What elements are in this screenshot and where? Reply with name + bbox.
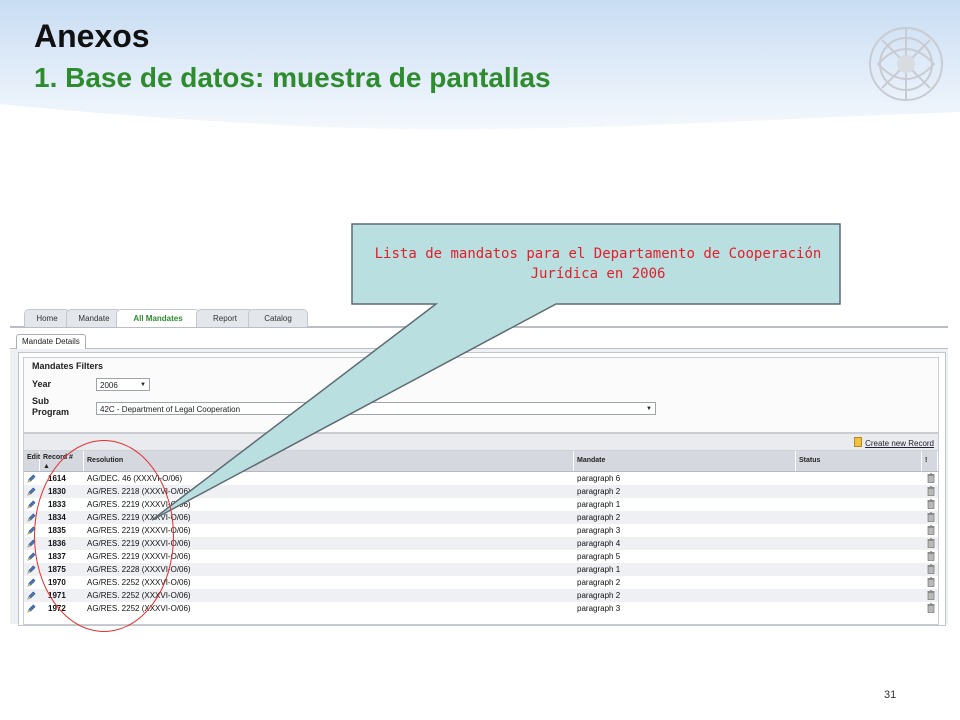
tab-catalog[interactable]: Catalog — [248, 309, 308, 327]
year-label: Year — [32, 379, 52, 389]
delete-trash-icon[interactable] — [927, 551, 935, 561]
delete-trash-icon[interactable] — [927, 564, 935, 574]
mandate-cell: paragraph 3 — [577, 526, 621, 535]
edit-pencil-icon[interactable] — [27, 604, 36, 613]
table-row[interactable]: 1972 AG/RES. 2252 (XXXVI-O/06) paragraph 3 — [24, 602, 938, 615]
column-header-edit[interactable]: Edit — [24, 451, 40, 471]
edit-pencil-icon[interactable] — [27, 474, 36, 483]
new-document-icon — [854, 437, 863, 447]
edit-pencil-icon[interactable] — [27, 500, 36, 509]
mandate-cell: paragraph 2 — [577, 591, 621, 600]
page-number: 31 — [884, 689, 897, 701]
mandate-cell: paragraph 1 — [577, 500, 621, 509]
main-nav: Home Mandate All Mandates Report Catalog — [10, 306, 948, 328]
create-new-record-label: Create new Record — [865, 439, 934, 448]
highlight-ellipse — [34, 440, 174, 632]
mandate-cell: paragraph 2 — [577, 487, 621, 496]
mandates-filters: Mandates Filters Year 2006 ▼ Sub Program… — [23, 357, 939, 433]
tab-mandate-details[interactable]: Mandate Details — [16, 334, 86, 349]
year-select[interactable]: 2006 ▼ — [96, 378, 150, 391]
mandate-cell: paragraph 2 — [577, 578, 621, 587]
delete-trash-icon[interactable] — [927, 486, 935, 496]
delete-trash-icon[interactable] — [927, 590, 935, 600]
subprogram-label: Sub Program — [32, 396, 70, 417]
grid-toolbar: Create new Record — [24, 434, 938, 451]
column-header-status[interactable]: Status — [796, 451, 922, 471]
column-header-mandate[interactable]: Mandate — [574, 451, 796, 471]
mandate-cell: paragraph 2 — [577, 513, 621, 522]
mandate-cell: paragraph 5 — [577, 552, 621, 561]
emblem-logo-icon — [869, 27, 943, 101]
mandate-cell: paragraph 6 — [577, 474, 621, 483]
delete-trash-icon[interactable] — [927, 577, 935, 587]
subprogram-value: 42C - Department of Legal Cooperation — [100, 405, 241, 414]
subprogram-select[interactable]: 42C - Department of Legal Cooperation ▼ — [96, 402, 656, 415]
column-header-resolution[interactable]: Resolution — [84, 451, 574, 471]
tab-mandate[interactable]: Mandate — [66, 309, 122, 327]
tab-all-mandates[interactable]: All Mandates — [116, 309, 200, 327]
delete-trash-icon[interactable] — [927, 499, 935, 509]
delete-trash-icon[interactable] — [927, 512, 935, 522]
slide-subtitle: 1. Base de datos: muestra de pantallas — [34, 62, 551, 93]
callout-text: Lista de mandatos para el Departamento d… — [374, 246, 822, 282]
grid-header: Edit Record # ▲ Resolution Mandate Status… — [24, 451, 938, 472]
column-header-delete: ! — [922, 451, 938, 471]
delete-trash-icon[interactable] — [927, 538, 935, 548]
edit-pencil-icon[interactable] — [27, 591, 36, 600]
edit-pencil-icon[interactable] — [27, 578, 36, 587]
edit-pencil-icon[interactable] — [27, 487, 36, 496]
chevron-down-icon: ▼ — [646, 406, 652, 412]
tab-home[interactable]: Home — [24, 309, 70, 327]
delete-trash-icon[interactable] — [927, 473, 935, 483]
sort-ascending-icon: ▲ — [43, 463, 50, 470]
mandate-cell: paragraph 1 — [577, 565, 621, 574]
year-value: 2006 — [100, 381, 118, 390]
tab-report[interactable]: Report — [196, 309, 254, 327]
sub-tab-bar: Mandate Details — [10, 328, 948, 349]
mandate-cell: paragraph 4 — [577, 539, 621, 548]
chevron-down-icon: ▼ — [140, 382, 146, 388]
edit-pencil-icon[interactable] — [27, 565, 36, 574]
mandate-cell: paragraph 3 — [577, 604, 621, 613]
filters-legend: Mandates Filters — [32, 361, 104, 371]
create-new-record-link[interactable]: Create new Record — [854, 437, 934, 448]
delete-trash-icon[interactable] — [927, 603, 935, 613]
slide-title: Anexos — [34, 18, 150, 54]
delete-trash-icon[interactable] — [927, 525, 935, 535]
